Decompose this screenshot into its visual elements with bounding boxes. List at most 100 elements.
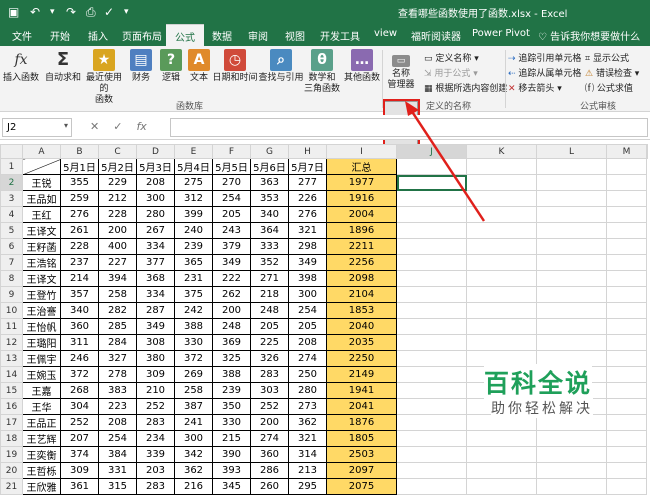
cell[interactable]: 300 [136, 190, 175, 207]
cell[interactable]: 242 [174, 302, 213, 319]
cell[interactable] [396, 302, 467, 319]
cell[interactable]: 222 [212, 270, 251, 287]
tab-view[interactable]: 视图 [285, 28, 305, 43]
cell[interactable]: 298 [288, 238, 327, 255]
cell[interactable]: 339 [136, 446, 175, 463]
cell[interactable] [396, 366, 467, 383]
cell[interactable]: 362 [288, 414, 327, 431]
cell[interactable]: 2098 [326, 270, 397, 287]
cell[interactable]: 268 [60, 382, 99, 399]
cell[interactable] [606, 190, 647, 207]
column-header[interactable]: F [212, 144, 251, 159]
cell[interactable] [396, 174, 467, 191]
cell[interactable]: 214 [60, 270, 99, 287]
cell[interactable]: 248 [212, 318, 251, 335]
cell[interactable]: 393 [212, 462, 251, 479]
row-header[interactable]: 4 [0, 206, 23, 223]
cell[interactable]: 388 [174, 318, 213, 335]
cell[interactable]: 216 [174, 478, 213, 495]
row-header[interactable]: 6 [0, 238, 23, 255]
cell[interactable]: 225 [250, 334, 289, 351]
cell[interactable]: 王婉玉 [22, 366, 61, 383]
cell[interactable]: 315 [98, 478, 137, 495]
cell[interactable]: 349 [212, 254, 251, 271]
column-header[interactable]: L [536, 144, 607, 159]
cell[interactable]: 276 [288, 206, 327, 223]
cell[interactable]: 241 [174, 414, 213, 431]
cell[interactable]: 王艺辉 [22, 430, 61, 447]
cell[interactable] [466, 254, 537, 271]
column-header[interactable]: C [98, 144, 137, 159]
cell[interactable] [606, 270, 647, 287]
cell[interactable] [396, 254, 467, 271]
trace-precedents-button[interactable]: ⇢ 追踪引用单元格 [508, 51, 581, 64]
cell[interactable] [536, 446, 607, 463]
cell[interactable]: 王佩宇 [22, 350, 61, 367]
cell[interactable]: 246 [60, 350, 99, 367]
print-preview-icon[interactable]: ⎙ [86, 4, 96, 20]
chevron-down-icon[interactable]: ▾ [50, 4, 55, 20]
cell[interactable] [466, 206, 537, 223]
tab-foxit[interactable]: 福昕阅读器 [411, 28, 461, 43]
row-header[interactable]: 19 [0, 446, 23, 463]
cell[interactable] [606, 366, 647, 383]
cell[interactable]: 330 [212, 414, 251, 431]
cell[interactable] [466, 302, 537, 319]
tab-insert[interactable]: 插入 [88, 28, 108, 43]
cell[interactable]: 270 [212, 174, 251, 191]
cell[interactable]: 231 [174, 270, 213, 287]
cell[interactable]: 2004 [326, 206, 397, 223]
cell[interactable]: 357 [60, 286, 99, 303]
cell[interactable]: 5月5日 [212, 158, 251, 175]
cell[interactable]: 200 [212, 302, 251, 319]
cell[interactable] [396, 158, 467, 175]
cell[interactable]: 212 [98, 190, 137, 207]
cell[interactable]: 王籽菡 [22, 238, 61, 255]
cell[interactable]: 331 [98, 462, 137, 479]
cell[interactable]: 223 [98, 398, 137, 415]
cell[interactable] [466, 238, 537, 255]
cell[interactable]: 239 [212, 382, 251, 399]
column-header[interactable]: E [174, 144, 213, 159]
column-header[interactable]: K [466, 144, 537, 159]
insert-function-icon[interactable]: fx [136, 120, 146, 133]
cell[interactable]: 228 [98, 206, 137, 223]
row-header[interactable]: 18 [0, 430, 23, 447]
cell[interactable]: 384 [98, 446, 137, 463]
cell[interactable] [606, 254, 647, 271]
cell[interactable]: 王译文 [22, 222, 61, 239]
cell[interactable] [466, 462, 537, 479]
cell[interactable]: 387 [174, 398, 213, 415]
cell[interactable] [536, 430, 607, 447]
cell[interactable]: 王哲栎 [22, 462, 61, 479]
redo-icon[interactable]: ↷ [66, 4, 76, 20]
cell[interactable]: 205 [288, 318, 327, 335]
cell[interactable] [606, 318, 647, 335]
cell[interactable]: 340 [250, 206, 289, 223]
row-header[interactable]: 13 [0, 350, 23, 367]
cell[interactable]: 王奕衡 [22, 446, 61, 463]
cell[interactable]: 283 [136, 478, 175, 495]
cell[interactable]: 2041 [326, 398, 397, 415]
cell[interactable] [396, 286, 467, 303]
save-icon[interactable]: ▣ [8, 4, 19, 20]
cell[interactable]: 261 [60, 222, 99, 239]
cell[interactable]: 2211 [326, 238, 397, 255]
cell[interactable]: 王治謇 [22, 302, 61, 319]
cell[interactable]: 228 [60, 238, 99, 255]
cell[interactable] [396, 350, 467, 367]
cell[interactable] [606, 414, 647, 431]
cell[interactable]: 王品如 [22, 190, 61, 207]
cell[interactable]: 277 [288, 174, 327, 191]
cell[interactable]: 368 [136, 270, 175, 287]
cell[interactable]: 5月2日 [98, 158, 137, 175]
cell[interactable]: 205 [250, 318, 289, 335]
cell[interactable]: 283 [250, 366, 289, 383]
cell[interactable]: 200 [250, 414, 289, 431]
cell[interactable]: 260 [250, 478, 289, 495]
cell[interactable]: 254 [98, 430, 137, 447]
cell[interactable]: 280 [288, 382, 327, 399]
cell[interactable]: 200 [98, 222, 137, 239]
row-header[interactable]: 10 [0, 302, 23, 319]
cell[interactable] [466, 222, 537, 239]
